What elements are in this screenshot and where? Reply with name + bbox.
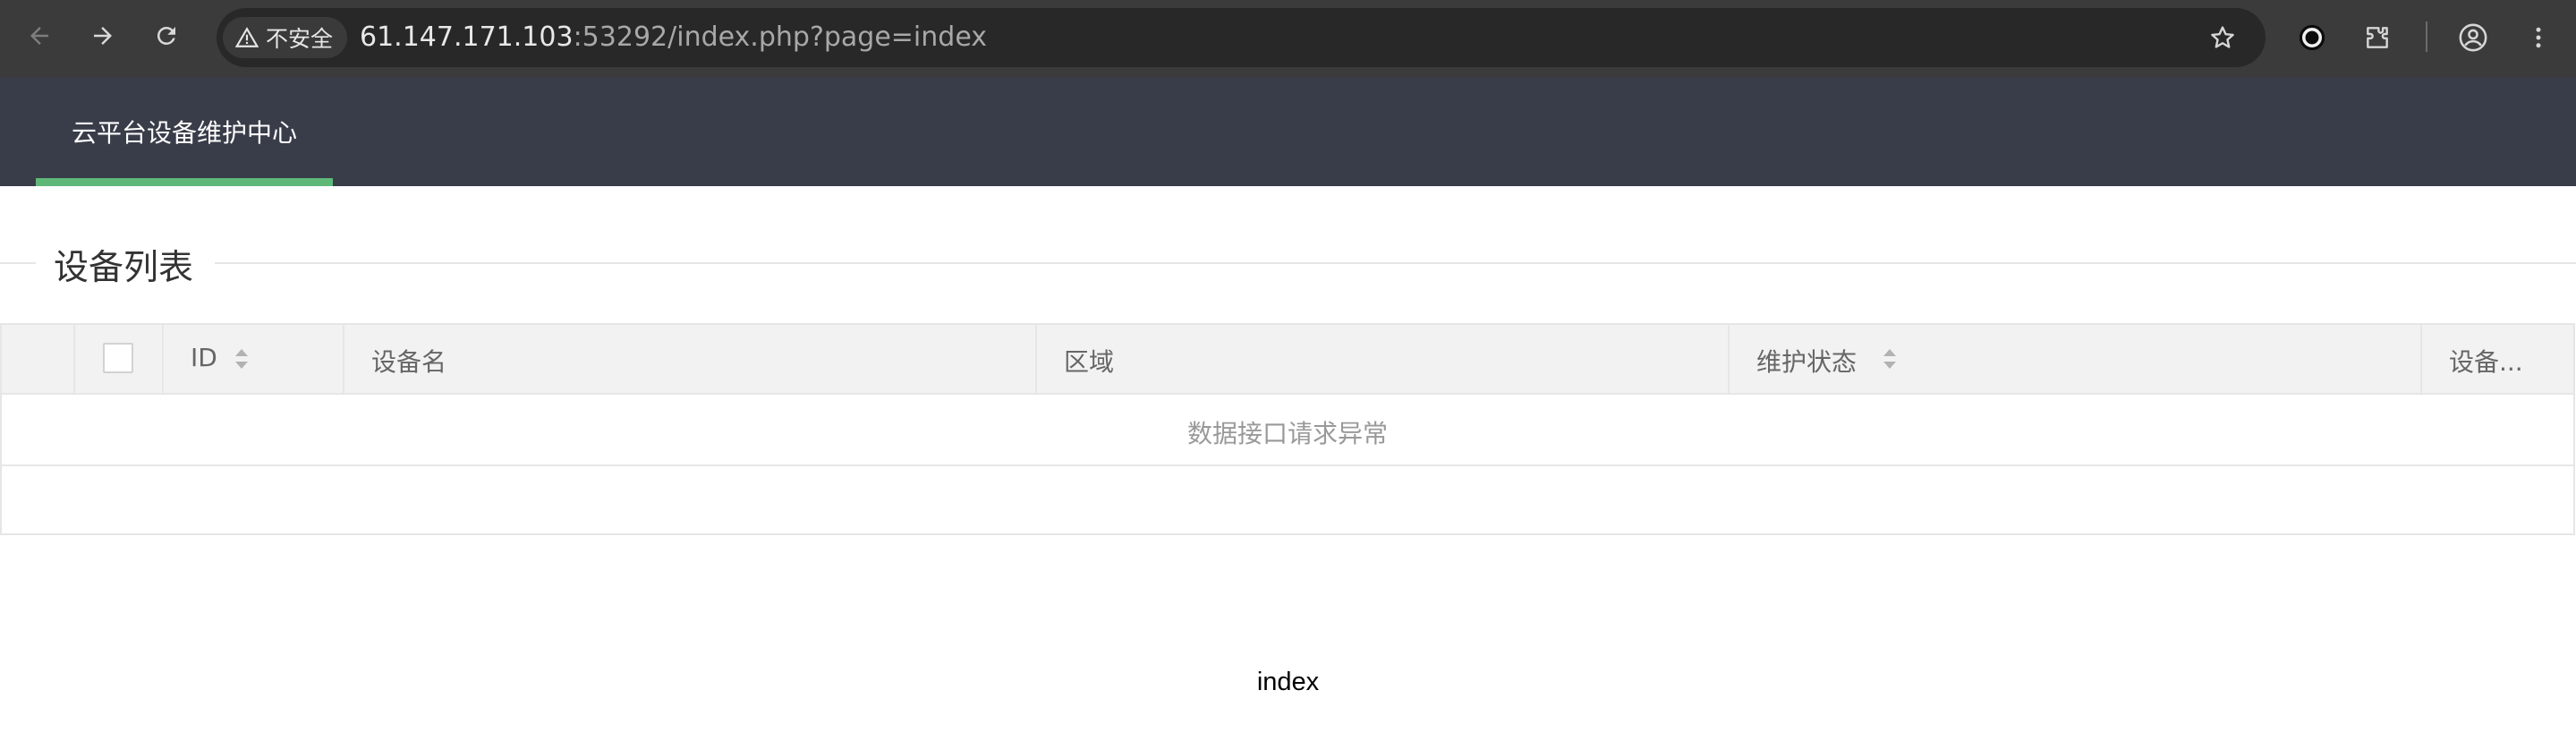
menu-button[interactable]: [2519, 18, 2558, 57]
header-cell-region[interactable]: 区域: [1037, 325, 1730, 393]
column-label-device-extra: 设备...: [2449, 347, 2523, 377]
profile-button[interactable]: [2453, 18, 2493, 57]
extension-record-icon: [2299, 24, 2325, 51]
star-icon: [2211, 26, 2234, 48]
security-label: 不安全: [266, 26, 334, 52]
security-chip[interactable]: 不安全: [223, 17, 348, 58]
page-footer-text: index: [1256, 668, 1320, 696]
section-title: 设备列表: [54, 248, 194, 288]
select-all-checkbox[interactable]: [103, 343, 133, 373]
url-path: :53292/index.php?page=index: [573, 21, 987, 53]
header-cell-device-name[interactable]: 设备名: [344, 325, 1037, 393]
active-tab-indicator: [36, 178, 333, 186]
nav-item-label: 云平台设备维护中心: [72, 118, 298, 148]
forward-arrow-icon: [94, 27, 112, 45]
nav-item-maintenance-center[interactable]: 云平台设备维护中心: [36, 78, 333, 186]
profile-icon: [2459, 23, 2487, 52]
kebab-menu-icon: [2536, 27, 2541, 48]
table-row: [2, 466, 2573, 538]
back-arrow-icon: [30, 27, 48, 45]
extension-record-button[interactable]: [2292, 18, 2332, 57]
column-label-maintenance-status: 维护状态: [1756, 347, 1858, 377]
column-label-device-name: 设备名: [371, 347, 447, 377]
header-cell-id[interactable]: ID: [164, 325, 344, 393]
sort-icon[interactable]: [1882, 346, 1898, 371]
header-cell-device-extra[interactable]: 设备...: [2422, 325, 2575, 393]
device-table: ID 设备名 区域 维护状态 设备... 数据接口请求异常: [0, 323, 2575, 535]
header-cell-select: [75, 325, 164, 393]
app-header: 云平台设备维护中心: [0, 78, 2576, 186]
browser-toolbar: 不安全 61.147.171.103:53292/index.php?page=…: [0, 0, 2576, 78]
reload-button[interactable]: [149, 18, 184, 54]
header-cell-maintenance-status[interactable]: 维护状态: [1730, 325, 2422, 393]
table-header: ID 设备名 区域 维护状态 设备...: [2, 325, 2573, 395]
empty-message: 数据接口请求异常: [1186, 419, 1388, 448]
url-host: 61.147.171.103: [360, 21, 574, 53]
header-cell-blank: [2, 325, 75, 393]
table-row: 数据接口请求异常: [2, 395, 2573, 466]
reload-icon: [157, 26, 175, 45]
section-divider-left: [0, 262, 36, 264]
bookmark-button[interactable]: [2203, 18, 2242, 57]
back-button[interactable]: [21, 18, 57, 54]
column-label-id: ID: [191, 343, 217, 372]
url-text[interactable]: 61.147.171.103:53292/index.php?page=inde…: [360, 18, 987, 57]
extensions-button[interactable]: [2358, 18, 2397, 57]
puzzle-extension-icon: [2367, 27, 2388, 48]
forward-button[interactable]: [85, 18, 121, 54]
toolbar-divider: [2426, 21, 2427, 52]
section-divider-right: [215, 262, 2576, 264]
column-label-region: 区域: [1064, 347, 1115, 377]
sort-icon[interactable]: [234, 346, 250, 371]
warning-icon: [235, 27, 259, 47]
